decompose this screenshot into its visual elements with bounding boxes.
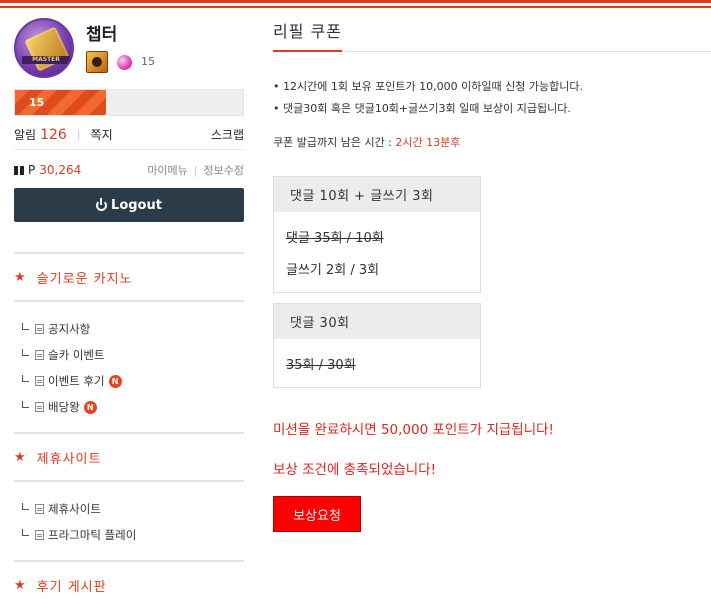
mission-progress: 35회 / 30회 <box>286 357 356 373</box>
star-icon: ★ <box>14 449 27 465</box>
tree-branch-icon <box>22 502 29 510</box>
sidebar-section-title[interactable]: ★ 슬기로운 카지노 <box>14 254 244 302</box>
alarm-count[interactable]: 126 <box>40 127 67 143</box>
sidebar-menu-label: 배당왕 <box>48 400 80 414</box>
sidebar-menu-list: 공지사항 슬카 이벤트 이벤트 후기 N 배당왕 N <box>14 302 244 432</box>
logout-label: Logout <box>111 197 162 213</box>
tree-branch-icon <box>22 374 29 382</box>
notice-list: • 12시간에 1회 보유 포인트가 10,000 이하일때 신청 가능합니다.… <box>273 76 711 120</box>
complete-message: 미션을 완료하시면 50,000 포인트가 지급됩니다! <box>273 422 554 438</box>
mission-body: 35회 / 30회 <box>274 339 480 387</box>
star-icon: ★ <box>14 269 27 285</box>
sidebar-menu-label: 제휴사이트 <box>48 502 101 516</box>
main-content: 리필 쿠폰 • 12시간에 1회 보유 포인트가 10,000 이하일때 신청 … <box>273 18 711 532</box>
document-icon <box>35 504 44 514</box>
point-label: P <box>28 163 36 177</box>
section-title-label: 후기 게시판 <box>36 579 107 595</box>
document-icon <box>35 530 44 540</box>
avatar-emblem-icon <box>24 26 70 72</box>
exp-bar: 15 <box>14 89 244 116</box>
exp-bar-label: 15 <box>29 96 45 109</box>
sidebar-menu-item[interactable]: 제휴사이트 <box>14 496 244 522</box>
mission-progress: 글쓰기 2회 / 3회 <box>286 262 380 278</box>
remain-time: 2시간 13분후 <box>395 136 461 149</box>
memo-link[interactable]: 쪽지 <box>91 126 113 143</box>
avatar-text: MASTER <box>22 56 70 64</box>
sidebar-section-title[interactable]: ★ 제휴사이트 <box>14 434 244 482</box>
section-title-label: 제휴사이트 <box>36 451 102 467</box>
top-accent-strip <box>0 0 711 3</box>
edit-info-link[interactable]: 정보수정 <box>204 162 244 178</box>
remain-label: 쿠폰 발급까지 남은 시간 : <box>273 136 396 149</box>
mission-title: 댓글 30회 <box>274 304 480 339</box>
sidebar: MASTER 챕터 15 15 알림 126 | 쪽지 스크랩 P 30,264… <box>14 18 244 599</box>
point-value: 30,264 <box>39 163 82 177</box>
mission-body: 댓글 35회 / 10회 글쓰기 2회 / 3회 <box>274 212 480 292</box>
star-icon: ★ <box>14 577 27 593</box>
mission-progress: 댓글 35회 / 10회 <box>286 230 384 246</box>
level-number: 15 <box>141 55 155 68</box>
profile-box: MASTER 챕터 15 <box>14 18 244 88</box>
sidebar-section-title[interactable]: ★ 후기 게시판 <box>14 562 244 599</box>
divider: | <box>76 128 81 141</box>
new-badge: N <box>83 400 97 414</box>
mission-box: 댓글 10회 + 글쓰기 3회 댓글 35회 / 10회 글쓰기 2회 / 3회 <box>273 176 481 293</box>
reward-request-button[interactable]: 보상요청 <box>273 496 361 532</box>
new-badge: N <box>108 374 122 388</box>
sidebar-menu-label: 프라그마틱 플레이 <box>48 528 137 542</box>
sidebar-menu-item[interactable]: 슬카 이벤트 <box>14 342 244 368</box>
avatar[interactable]: MASTER <box>14 18 74 78</box>
document-icon <box>35 376 44 386</box>
gem-icon <box>117 55 132 70</box>
tree-branch-icon <box>22 322 29 330</box>
sidebar-menu-label: 공지사항 <box>48 322 91 336</box>
sidebar-menu-item[interactable]: 공지사항 <box>14 316 244 342</box>
account-links-row: 알림 126 | 쪽지 스크랩 <box>14 126 244 150</box>
logout-button[interactable]: Logout <box>14 188 244 222</box>
sidebar-menu-list: 제휴사이트프라그마틱 플레이 <box>14 482 244 560</box>
sidebar-menu-label: 슬카 이벤트 <box>48 348 105 362</box>
mission-box: 댓글 30회 35회 / 30회 <box>273 303 481 388</box>
page-title: 리필 쿠폰 <box>273 18 342 52</box>
sidebar-menu-label: 이벤트 후기 <box>48 374 105 388</box>
gift-icon <box>14 162 24 175</box>
sidebar-sections: ★ 슬기로운 카지노 공지사항 슬카 이벤트 이벤트 후기 N 배당왕 N ★ 제휴사이트 제휴사이… <box>14 254 244 599</box>
document-icon <box>35 402 44 412</box>
alarm-label[interactable]: 알림 <box>14 126 36 143</box>
scrap-link[interactable]: 스크랩 <box>211 126 244 143</box>
sidebar-menu-item[interactable]: 배당왕 N <box>14 394 244 420</box>
tree-branch-icon <box>22 528 29 536</box>
power-icon <box>96 197 108 211</box>
divider: | <box>193 163 198 177</box>
notice-item: • 댓글30회 혹은 댓글10회+글쓰기3회 일때 보상이 지급됩니다. <box>273 102 571 115</box>
notice-item: • 12시간에 1회 보유 포인트가 10,000 이하일때 신청 가능합니다. <box>273 80 583 93</box>
sidebar-menu-item[interactable]: 이벤트 후기 N <box>14 368 244 394</box>
sidebar-menu-item[interactable]: 프라그마틱 플레이 <box>14 522 244 548</box>
tree-branch-icon <box>22 400 29 408</box>
mission-title: 댓글 10회 + 글쓰기 3회 <box>274 177 480 212</box>
remain-time-row: 쿠폰 발급까지 남은 시간 : 2시간 13분후 <box>273 134 711 150</box>
point-row: P 30,264 마이메뉴 | 정보수정 <box>14 160 244 180</box>
level-badge-icon <box>86 51 108 73</box>
document-icon <box>35 324 44 334</box>
tree-branch-icon <box>22 348 29 356</box>
nickname[interactable]: 챕터 <box>86 20 117 45</box>
satisfied-message: 보상 조건에 충족되었습니다! <box>273 462 437 478</box>
mymenu-link[interactable]: 마이메뉴 <box>147 162 187 178</box>
section-title-label: 슬기로운 카지노 <box>36 271 133 287</box>
document-icon <box>35 350 44 360</box>
